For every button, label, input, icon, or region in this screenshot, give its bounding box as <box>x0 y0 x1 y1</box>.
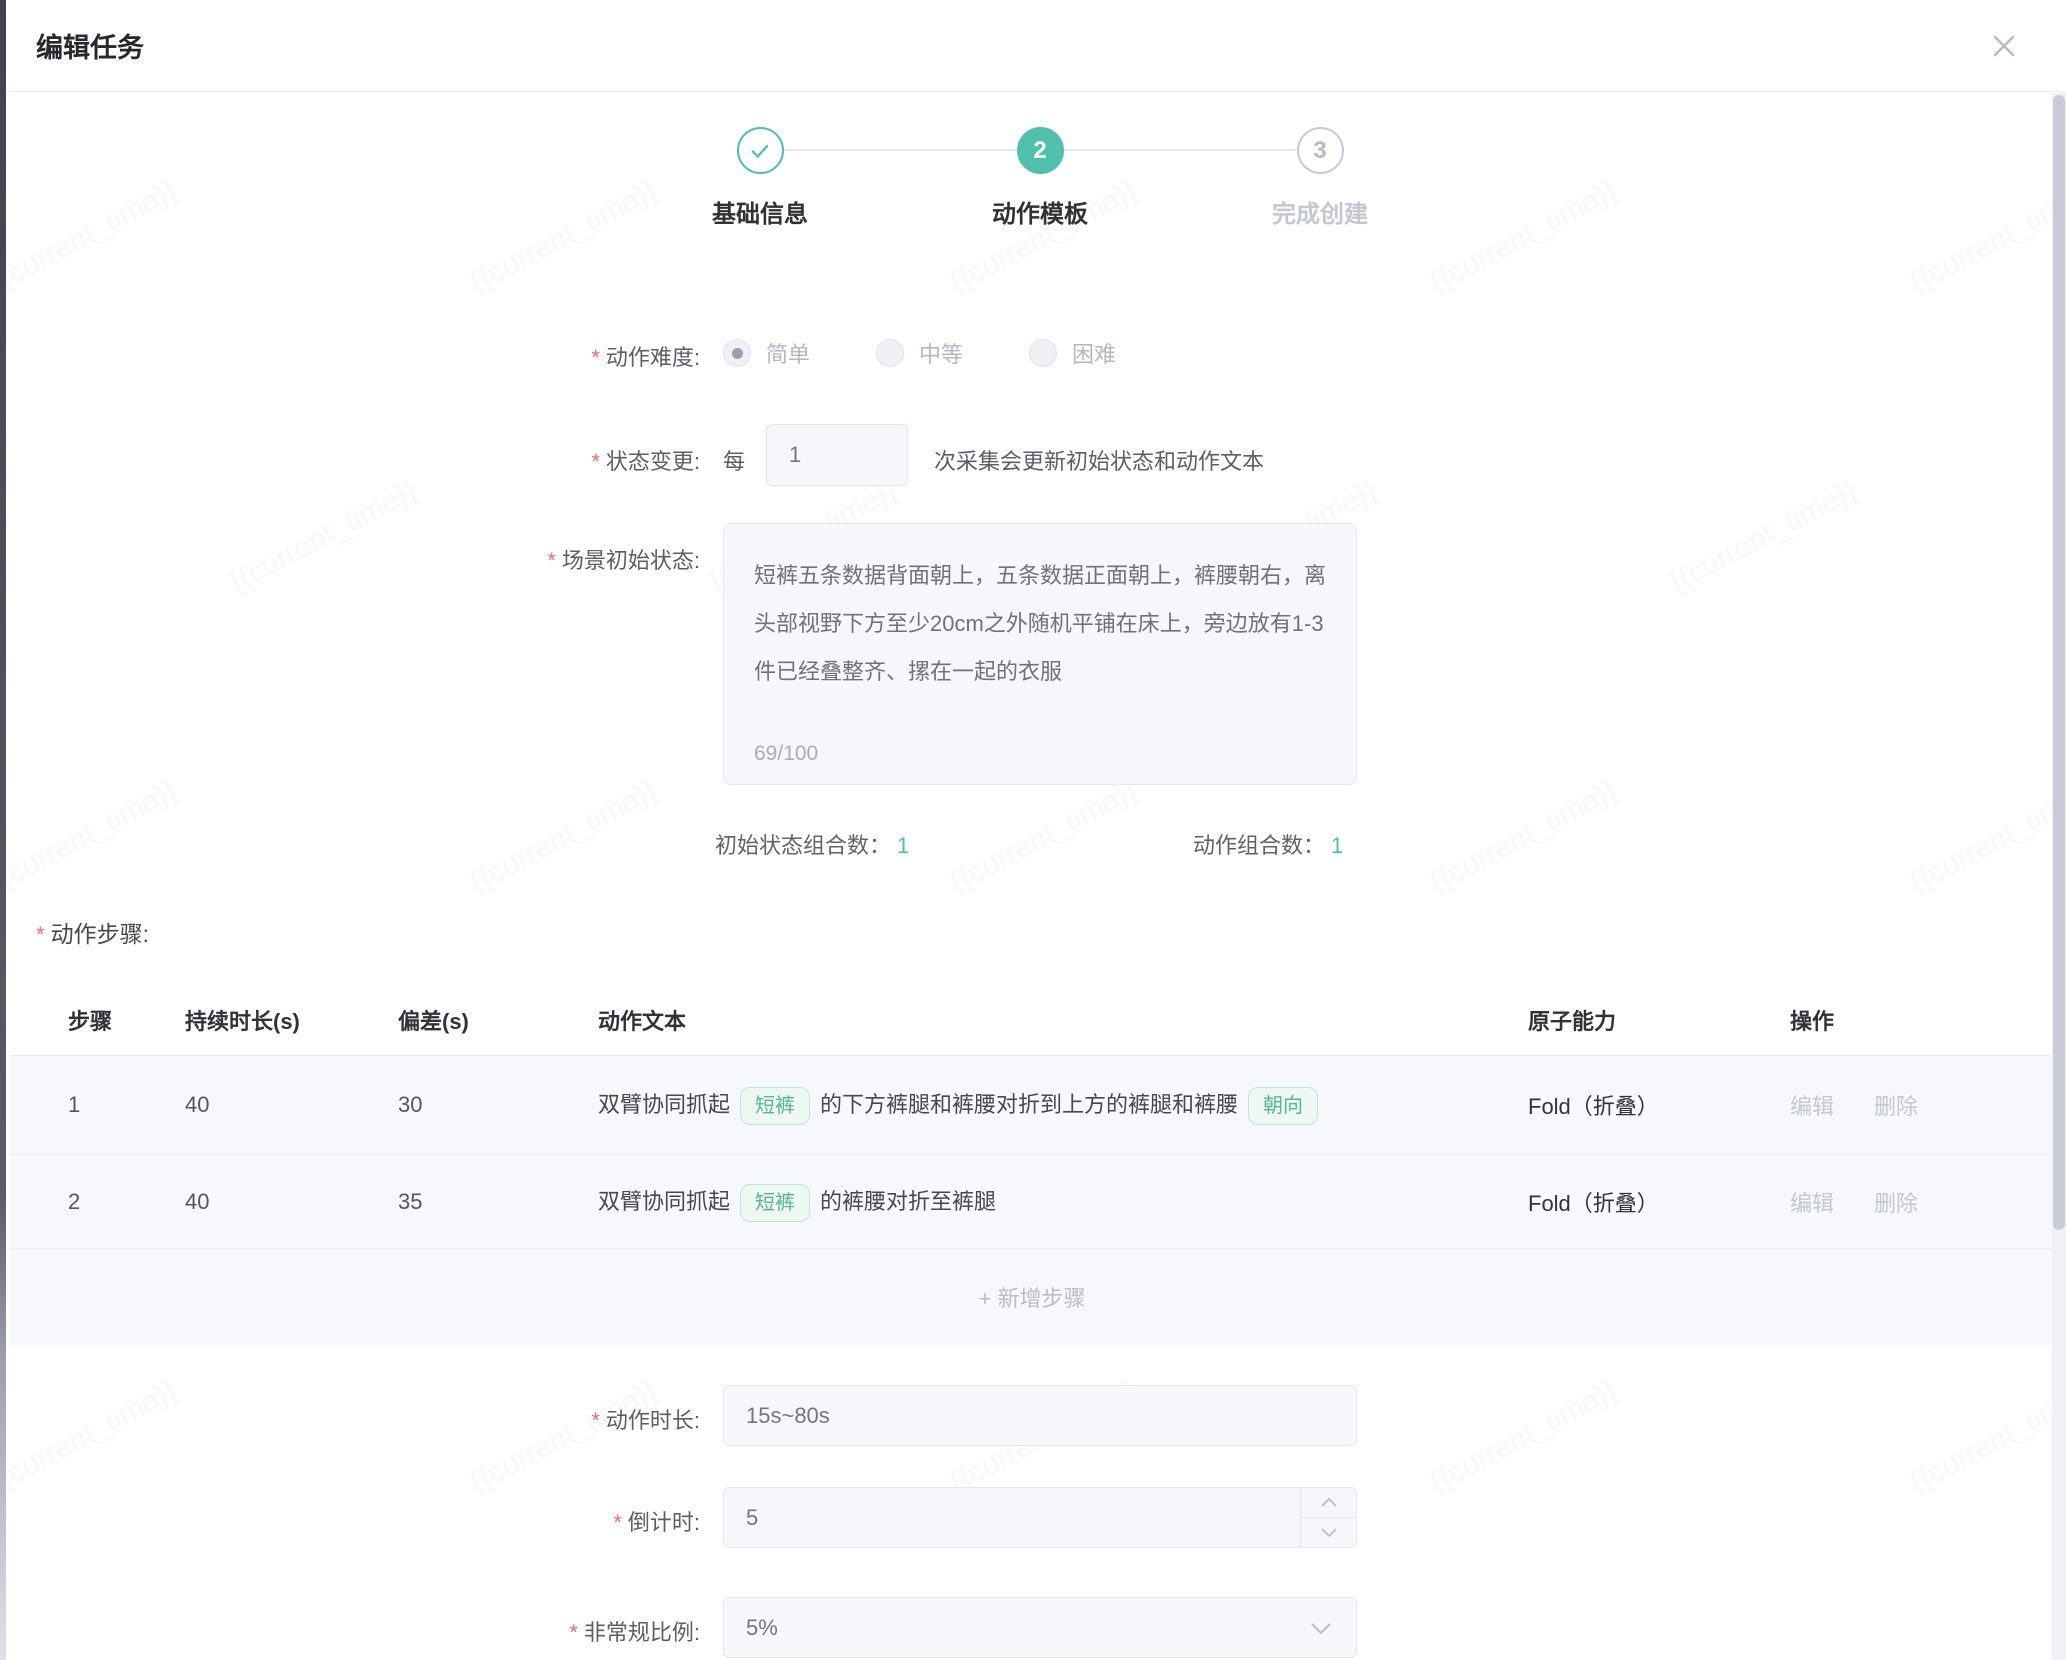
cell-operations: 编辑 删除 <box>1790 1089 2054 1121</box>
countdown-label: *倒计时: <box>260 1505 700 1537</box>
initial-state-text: 短裤五条数据背面朝上，五条数据正面朝上，裤腰朝右，离头部视野下方至少20cm之外… <box>754 552 1326 696</box>
unusual-ratio-label: *非常规比例: <box>260 1615 700 1647</box>
cell-duration: 40 <box>185 1189 398 1215</box>
stepper-connector <box>1064 149 1296 151</box>
radio-icon <box>876 339 904 367</box>
state-change-label: *状态变更: <box>260 444 700 476</box>
countdown-value: 5 <box>746 1505 758 1531</box>
table-body: 14030双臂协同抓起短裤的下方裤腿和裤腰对折到上方的裤腿和裤腰朝向Fold（折… <box>10 1056 2054 1249</box>
unusual-ratio-select[interactable]: 5% <box>723 1597 1357 1658</box>
delete-link[interactable]: 删除 <box>1874 1191 1918 1216</box>
check-icon <box>747 138 773 164</box>
required-asterisk: * <box>591 1408 600 1433</box>
object-tag: 短裤 <box>740 1087 810 1125</box>
table-header-cell: 动作文本 <box>598 1004 1528 1036</box>
edit-task-dialog: {{current_time}}{{current_time}}{{curren… <box>0 0 2066 1660</box>
required-asterisk: * <box>547 548 556 573</box>
table-header-row: 步骤持续时长(s)偏差(s)动作文本原子能力操作 <box>10 985 2054 1056</box>
table-header-cell: 偏差(s) <box>398 1004 598 1036</box>
table-row: 24035双臂协同抓起短裤的裤腰对折至裤腿Fold（折叠）编辑 删除 <box>10 1155 2054 1249</box>
spinner-down-icon[interactable] <box>1301 1518 1356 1547</box>
table-header-cell: 持续时长(s) <box>185 1004 398 1036</box>
state-change-input[interactable]: 1 <box>766 424 908 486</box>
dialog-header: 编辑任务 <box>0 0 2066 92</box>
unusual-ratio-value: 5% <box>746 1615 778 1641</box>
edit-link[interactable]: 编辑 <box>1790 1191 1834 1216</box>
difficulty-label: *动作难度: <box>260 340 700 372</box>
difficulty-radio-group: 简单 中等 困难 <box>723 330 1116 376</box>
cell-deviation: 35 <box>398 1189 598 1215</box>
initial-state-textarea[interactable]: 短裤五条数据背面朝上，五条数据正面朝上，裤腰朝右，离头部视野下方至少20cm之外… <box>723 523 1357 785</box>
step-1-label: 基础信息 <box>640 194 880 229</box>
number-spinner <box>1300 1488 1356 1547</box>
dialog-title: 编辑任务 <box>36 26 144 65</box>
radio-selected-icon <box>723 339 751 367</box>
step-2-label: 动作模板 <box>920 194 1160 229</box>
cell-duration: 40 <box>185 1092 398 1118</box>
action-duration-value: 15s~80s <box>746 1403 830 1429</box>
state-change-prefix: 每 <box>723 444 745 476</box>
page-edge-sliver <box>0 0 6 1660</box>
table-header-cell: 原子能力 <box>1528 1004 1790 1036</box>
required-asterisk: * <box>36 922 45 947</box>
close-icon[interactable] <box>1984 26 2024 66</box>
initial-state-label: *场景初始状态: <box>260 543 700 575</box>
radio-label: 简单 <box>766 337 810 369</box>
char-counter: 69/100 <box>754 742 818 766</box>
stepper-connector <box>784 149 1016 151</box>
step-2-circle[interactable]: 2 <box>1017 127 1064 174</box>
step-1-circle[interactable] <box>737 127 784 174</box>
steps-table: 步骤持续时长(s)偏差(s)动作文本原子能力操作 14030双臂协同抓起短裤的下… <box>10 985 2054 1345</box>
radio-icon <box>1029 339 1057 367</box>
edit-link[interactable]: 编辑 <box>1790 1094 1834 1119</box>
step-3-label: 完成创建 <box>1200 194 1440 229</box>
radio-dot <box>732 348 743 359</box>
cell-deviation: 30 <box>398 1092 598 1118</box>
object-tag: 朝向 <box>1248 1087 1318 1125</box>
add-step-button[interactable]: + 新增步骤 <box>10 1249 2054 1345</box>
cell-step: 2 <box>68 1189 185 1215</box>
cell-ability: Fold（折叠） <box>1528 1089 1790 1121</box>
spinner-up-icon[interactable] <box>1301 1488 1356 1518</box>
step-3-circle[interactable]: 3 <box>1297 127 1344 174</box>
scrollbar-thumb[interactable] <box>2053 95 2065 1230</box>
table-header-cell: 操作 <box>1790 1004 2054 1036</box>
state-change-value: 1 <box>789 442 801 468</box>
radio-option-困难[interactable]: 困难 <box>1029 337 1116 369</box>
action-duration-input[interactable]: 15s~80s <box>723 1385 1357 1446</box>
countdown-input[interactable]: 5 <box>723 1487 1357 1548</box>
object-tag: 短裤 <box>740 1184 810 1222</box>
table-header-cell: 步骤 <box>68 1004 185 1036</box>
radio-option-简单[interactable]: 简单 <box>723 337 810 369</box>
delete-link[interactable]: 删除 <box>1874 1094 1918 1119</box>
radio-label: 中等 <box>919 337 963 369</box>
required-asterisk: * <box>569 1620 578 1645</box>
required-asterisk: * <box>591 345 600 370</box>
action-combo-count: 动作组合数：1 <box>1193 828 1343 860</box>
state-change-suffix: 次采集会更新初始状态和动作文本 <box>934 444 1264 476</box>
cell-step: 1 <box>68 1092 185 1118</box>
required-asterisk: * <box>591 449 600 474</box>
action-duration-label: *动作时长: <box>260 1403 700 1435</box>
initial-combo-count: 初始状态组合数：1 <box>715 828 909 860</box>
add-step-label: + 新增步骤 <box>979 1281 1086 1313</box>
scrollbar-track[interactable] <box>2052 93 2066 1660</box>
cell-operations: 编辑 删除 <box>1790 1186 2054 1218</box>
radio-label: 困难 <box>1072 337 1116 369</box>
radio-option-中等[interactable]: 中等 <box>876 337 963 369</box>
action-steps-label: *动作步骤: <box>36 915 149 949</box>
cell-action-text: 双臂协同抓起短裤的裤腰对折至裤腿 <box>598 1182 1528 1222</box>
cell-ability: Fold（折叠） <box>1528 1186 1790 1218</box>
chevron-down-icon <box>1310 1615 1332 1641</box>
table-row: 14030双臂协同抓起短裤的下方裤腿和裤腰对折到上方的裤腿和裤腰朝向Fold（折… <box>10 1056 2054 1155</box>
cell-action-text: 双臂协同抓起短裤的下方裤腿和裤腰对折到上方的裤腿和裤腰朝向 <box>598 1085 1528 1125</box>
required-asterisk: * <box>613 1510 622 1535</box>
